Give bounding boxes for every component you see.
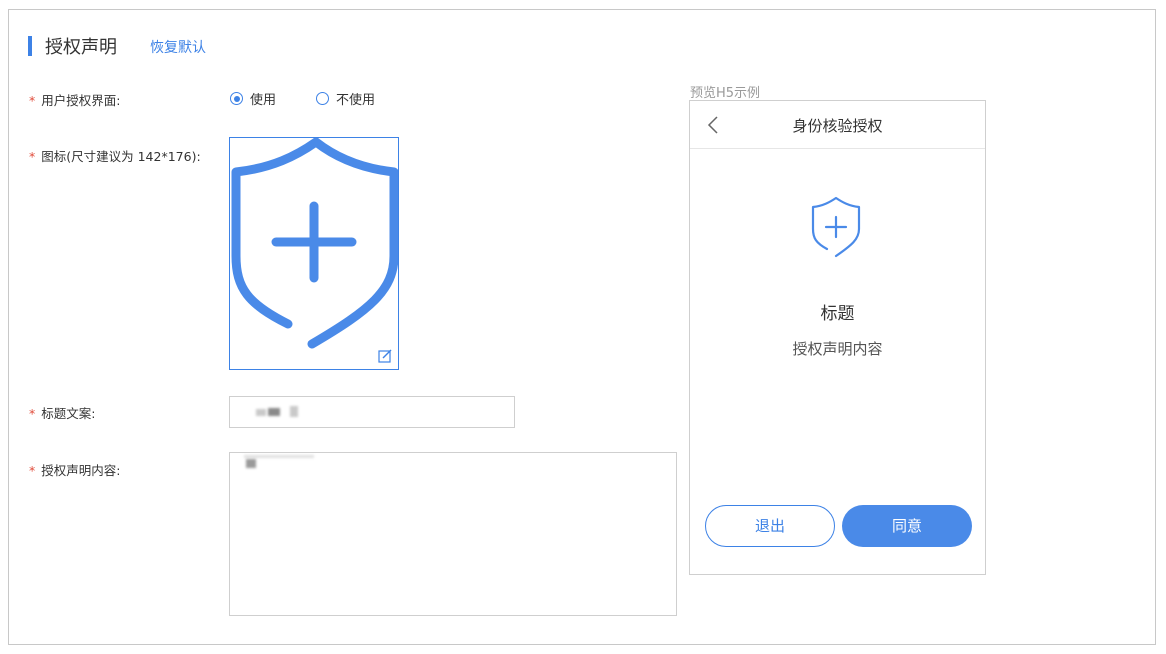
icon-label-text: 图标(尺寸建议为 142*176): <box>41 149 201 164</box>
required-mark: * <box>29 149 36 164</box>
radio-checked-icon[interactable] <box>230 92 243 105</box>
exit-button[interactable]: 退出 <box>705 505 835 547</box>
required-mark: * <box>29 406 36 421</box>
radio-unchecked-icon[interactable] <box>316 92 329 105</box>
phone-header: 身份核验授权 <box>690 101 985 149</box>
icon-label: * 图标(尺寸建议为 142*176): <box>29 146 201 165</box>
shield-plus-icon <box>231 138 398 349</box>
radio-use-label: 使用 <box>250 93 277 108</box>
preview-content: 授权声明内容 <box>792 340 883 358</box>
auth-content-label-text: 授权声明内容: <box>41 463 121 478</box>
h5-preview-phone: 身份核验授权 标题 授权声明内容 退出 同意 <box>689 100 986 575</box>
auth-content-label: * 授权声明内容: <box>29 460 120 479</box>
section-title-accent-bar <box>28 36 32 56</box>
agree-button[interactable]: 同意 <box>842 505 972 547</box>
title-copy-label-text: 标题文案: <box>41 406 96 421</box>
radio-use[interactable]: 使用 <box>230 89 276 108</box>
required-mark: * <box>29 93 36 108</box>
radio-not-use[interactable]: 不使用 <box>316 89 375 108</box>
restore-default-link[interactable]: 恢复默认 <box>150 37 206 57</box>
radio-not-use-label: 不使用 <box>336 93 376 108</box>
title-copy-label: * 标题文案: <box>29 403 95 422</box>
redacted-text <box>290 406 298 417</box>
title-copy-input[interactable] <box>229 396 515 428</box>
auth-content-textarea[interactable] <box>229 452 677 616</box>
phone-header-title: 身份核验授权 <box>792 117 883 135</box>
redacted-text <box>246 459 256 468</box>
preview-heading: 标题 <box>820 304 855 324</box>
section-title: 授权声明 <box>45 37 117 58</box>
shield-plus-icon <box>811 196 861 258</box>
auth-ui-label: * 用户授权界面: <box>29 90 120 109</box>
auth-ui-label-text: 用户授权界面: <box>41 93 121 108</box>
edit-icon[interactable] <box>378 349 392 363</box>
required-mark: * <box>29 463 36 478</box>
preview-caption: 预览H5示例 <box>690 86 761 101</box>
redacted-text <box>268 408 280 416</box>
redacted-text <box>256 409 266 416</box>
redacted-text <box>244 455 314 458</box>
icon-upload-box[interactable] <box>229 137 399 370</box>
